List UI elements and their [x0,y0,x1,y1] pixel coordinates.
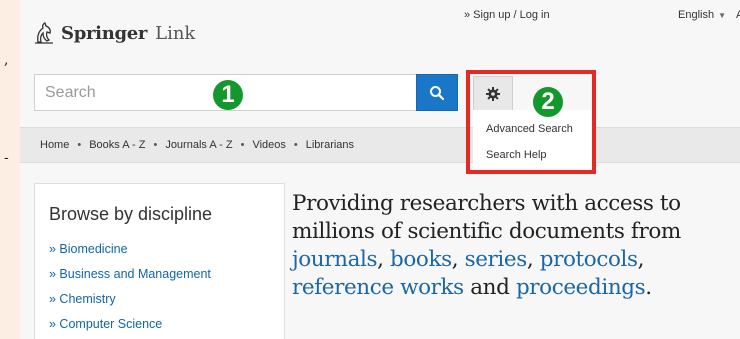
springer-page: Springer Link » Sign up / Log in English… [20,0,740,339]
step-badge-1: 1 [213,80,243,110]
link-journals[interactable]: journals [292,247,378,272]
discipline-chemistry[interactable]: » Chemistry [49,290,211,315]
link-protocols[interactable]: protocols [540,247,638,272]
main-nav: Home • Books A - Z • Journals A - Z • Vi… [20,127,740,163]
step-badge-2: 2 [533,87,563,117]
tagline-comma: , [637,247,645,272]
tagline-line-4: reference works and proceedings. [292,274,740,302]
tagline: Providing researchers with access to mil… [292,190,740,302]
nav-librarians[interactable]: Librarians [306,139,354,151]
discipline-list: » Biomedicine » Business and Management … [49,240,211,339]
horse-logo-icon [35,22,53,44]
gear-icon [486,86,500,101]
nav-videos[interactable]: Videos [252,139,285,151]
browse-panel: Browse by discipline » Biomedicine » Bus… [34,183,285,339]
magnifier-icon [430,85,445,100]
nav-separator: • [240,139,245,151]
link-proceedings[interactable]: proceedings [516,275,646,300]
search-options-menu: Advanced Search Search Help [473,110,596,168]
search-options-button[interactable] [473,76,513,110]
discipline-business-management[interactable]: » Business and Management [49,265,211,290]
nav-separator: • [153,139,158,151]
link-reference-works[interactable]: reference works [292,275,464,300]
discipline-biomedicine[interactable]: » Biomedicine [49,240,211,265]
advanced-search-link[interactable]: Advanced Search [486,123,573,135]
link-books[interactable]: books [390,247,452,272]
tagline-period: . [645,275,652,300]
edge-mark-comma: , [4,52,9,68]
caret-down-icon: ▼ [718,10,726,20]
discipline-computer-science[interactable]: » Computer Science [49,315,211,339]
nav-books-a-z[interactable]: Books A - Z [89,139,145,151]
nav-journals-a-z[interactable]: Journals A - Z [165,139,232,151]
logo-springer-text: Springer [61,22,148,44]
tagline-and: and [470,275,510,300]
springer-logo[interactable]: Springer Link [33,21,195,45]
logo-link-text: Link [155,22,196,44]
signup-login-link[interactable]: » Sign up / Log in [464,9,550,21]
tagline-comma: , [526,247,534,272]
tagline-line-2: millions of scientific documents from [292,219,681,244]
nav-separator: • [77,139,82,151]
tagline-line-3: journals, books, series, protocols, [292,246,740,274]
tagline-comma: , [377,247,384,272]
language-label: English [678,9,715,21]
nav-separator: • [293,139,298,151]
edge-mark-dash: - [4,150,9,166]
language-selector[interactable]: English ▼ [678,9,726,21]
search-help-link[interactable]: Search Help [486,149,547,161]
search-button[interactable] [416,74,458,111]
tagline-comma: , [451,247,459,272]
browse-title: Browse by discipline [49,204,213,224]
link-series[interactable]: series [465,247,528,272]
header-extra-link[interactable]: A [736,9,740,21]
nav-home[interactable]: Home [40,139,69,151]
tagline-line-1: Providing researchers with access to [292,191,681,216]
